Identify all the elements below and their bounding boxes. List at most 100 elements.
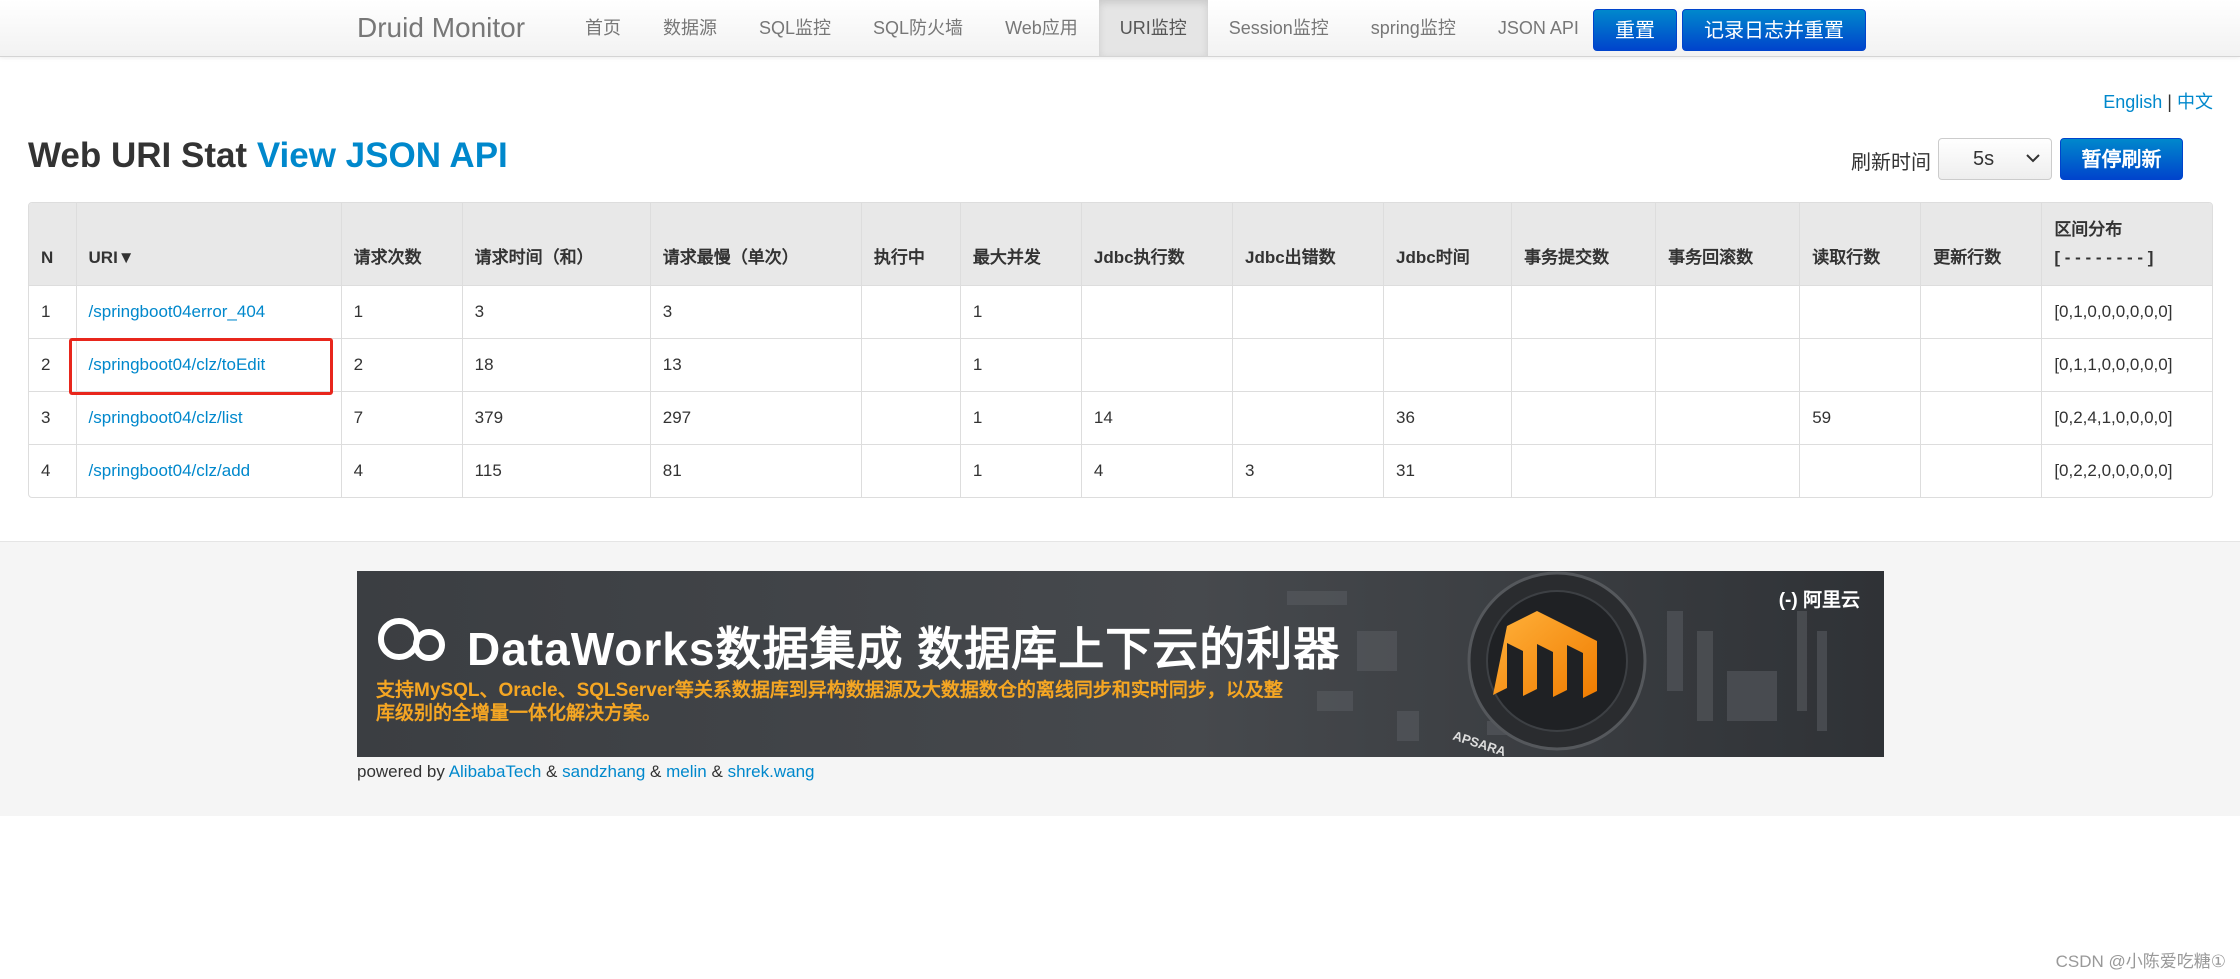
col-header-request-time-max[interactable]: 请求最慢（单次）: [649, 203, 862, 285]
dataworks-ad-banner[interactable]: DataWorks数据集成 数据库上下云的利器 支持MySQL、Oracle、S…: [357, 571, 1884, 757]
cell-request-count: 2: [340, 338, 463, 391]
powered-by: powered by AlibabaTech & sandzhang & mel…: [357, 762, 815, 782]
col-header-request-count[interactable]: 请求次数: [340, 203, 463, 285]
cell-tx-rollback: [1655, 338, 1800, 391]
cell-histogram: [0,1,1,0,0,0,0,0]: [2041, 338, 2212, 391]
cell-update-rows: [1920, 444, 2042, 497]
pause-refresh-button[interactable]: 暂停刷新: [2060, 138, 2183, 180]
nav-item-datasource[interactable]: 数据源: [642, 0, 738, 56]
cell-request-time-max: 13: [649, 338, 862, 391]
cell-request-time-max: 297: [649, 391, 862, 444]
nav-item-wall[interactable]: SQL防火墙: [852, 0, 984, 56]
author-link-sandzhang[interactable]: sandzhang: [562, 762, 645, 781]
cell-running: [860, 338, 961, 391]
table-header-row: N URI▼ 请求次数 请求时间（和） 请求最慢（单次） 执行中 最大并发 Jd…: [29, 203, 2212, 285]
nav-menu: 首页 数据源 SQL监控 SQL防火墙 Web应用 URI监控 Session监…: [564, 0, 1600, 56]
nav-item-session[interactable]: Session监控: [1208, 0, 1350, 56]
top-navbar: Druid Monitor 首页 数据源 SQL监控 SQL防火墙 Web应用 …: [0, 0, 2240, 57]
cell-tx-rollback: [1655, 444, 1800, 497]
cell-concurrent-max: 1: [959, 391, 1082, 444]
col-header-jdbc-error[interactable]: Jdbc出错数: [1231, 203, 1384, 285]
col-header-fetch-rows[interactable]: 读取行数: [1799, 203, 1921, 285]
page-title-text: Web URI Stat: [28, 136, 248, 175]
cell-jdbc-error: 3: [1231, 444, 1384, 497]
highlight-box: [69, 338, 333, 395]
cell-request-count: 4: [340, 444, 463, 497]
nav-item-webapp[interactable]: Web应用: [984, 0, 1099, 56]
view-json-api-link[interactable]: View JSON API: [257, 136, 508, 175]
col-header-request-time-sum[interactable]: 请求时间（和）: [461, 203, 651, 285]
nav-item-uri[interactable]: URI监控: [1098, 0, 1208, 56]
cell-jdbc-exec: [1080, 338, 1233, 391]
nav-item-home[interactable]: 首页: [564, 0, 642, 56]
amp-separator: &: [546, 762, 558, 781]
cell-concurrent-max: 1: [959, 338, 1082, 391]
cell-request-time-sum: 3: [461, 285, 651, 338]
table-row: 3/springboot04/clz/list 7 379 297 1 14 36 59 [0,…: [29, 391, 2212, 444]
cell-request-time-max: 3: [649, 285, 862, 338]
language-switch: English | 中文: [2103, 88, 2213, 114]
cell-tx-commit: [1511, 338, 1656, 391]
cell-running: [860, 391, 961, 444]
cell-jdbc-exec: 14: [1080, 391, 1233, 444]
col-header-uri[interactable]: URI▼: [75, 203, 342, 285]
cell-request-time-sum: 18: [461, 338, 651, 391]
log-and-reset-button[interactable]: 记录日志并重置: [1682, 9, 1866, 51]
reset-button[interactable]: 重置: [1593, 9, 1677, 51]
cell-request-time-max: 81: [649, 444, 862, 497]
cell-tx-commit: [1511, 391, 1656, 444]
col-header-jdbc-exec[interactable]: Jdbc执行数: [1080, 203, 1233, 285]
col-header-jdbc-time[interactable]: Jdbc时间: [1383, 203, 1512, 285]
cell-n: 4: [41, 460, 51, 480]
cell-jdbc-error: [1231, 338, 1384, 391]
cell-update-rows: [1920, 338, 2042, 391]
uri-link[interactable]: /springboot04/clz/add: [89, 461, 251, 480]
uri-stat-table: N URI▼ 请求次数 请求时间（和） 请求最慢（单次） 执行中 最大并发 Jd…: [28, 202, 2213, 498]
cell-concurrent-max: 1: [959, 285, 1082, 338]
cell-jdbc-time: [1383, 338, 1512, 391]
cell-fetch-rows: 59: [1799, 391, 1921, 444]
uri-link[interactable]: /springboot04/clz/list: [89, 408, 243, 427]
author-link-alibabatech[interactable]: AlibabaTech: [449, 762, 542, 781]
lang-chinese-link[interactable]: 中文: [2177, 92, 2213, 112]
table-row: 4/springboot04/clz/add 4 115 81 1 4 3 31 [0,2,2,…: [29, 444, 2212, 497]
cell-tx-commit: [1511, 285, 1656, 338]
cell-n: 1: [41, 301, 51, 321]
histogram-header-label: 区间分布: [2054, 219, 2123, 239]
cell-fetch-rows: [1799, 338, 1921, 391]
aliyun-logo-text: 阿里云: [1802, 590, 1860, 611]
cell-jdbc-time: 36: [1383, 391, 1512, 444]
cell-request-count: 1: [340, 285, 463, 338]
col-header-histogram[interactable]: 区间分布 [ - - - - - - - - ]: [2041, 203, 2212, 285]
cell-request-count: 7: [340, 391, 463, 444]
nav-item-spring[interactable]: spring监控: [1350, 0, 1477, 56]
cell-request-time-sum: 115: [461, 444, 651, 497]
col-header-tx-rollback[interactable]: 事务回滚数: [1655, 203, 1800, 285]
table-row: 2/springboot04/clz/toEdit 2 18 13 1 [0,1,1,0,…: [29, 338, 2212, 391]
cell-running: [860, 444, 961, 497]
nav-item-sql[interactable]: SQL监控: [738, 0, 852, 56]
col-header-n[interactable]: N: [29, 203, 76, 285]
author-link-melin[interactable]: melin: [666, 762, 707, 781]
author-link-shrek-wang[interactable]: shrek.wang: [728, 762, 815, 781]
banner-subtitle: 支持MySQL、Oracle、SQLServer等关系数据库到异构数据源及大数据…: [376, 680, 1283, 724]
aliyun-logo: (-) 阿里云: [1779, 585, 1860, 612]
cell-uri: /springboot04error_404: [75, 285, 342, 338]
cell-jdbc-time: 31: [1383, 444, 1512, 497]
histogram-header-sub: [ - - - - - - - - ]: [2054, 247, 2154, 267]
cell-uri: /springboot04/clz/list: [75, 391, 342, 444]
nav-item-json-api[interactable]: JSON API: [1477, 0, 1600, 56]
brand-title[interactable]: Druid Monitor: [357, 12, 525, 44]
col-header-concurrent-max[interactable]: 最大并发: [959, 203, 1082, 285]
col-header-tx-commit[interactable]: 事务提交数: [1511, 203, 1656, 285]
uri-link[interactable]: /springboot04error_404: [89, 302, 266, 321]
cell-tx-commit: [1511, 444, 1656, 497]
refresh-interval-select[interactable]: 5s: [1938, 138, 2052, 180]
refresh-interval-value: 5s: [1973, 148, 1995, 170]
col-header-update-rows[interactable]: 更新行数: [1920, 203, 2042, 285]
lang-english-link[interactable]: English: [2103, 92, 2162, 112]
cell-jdbc-error: [1231, 285, 1384, 338]
lang-separator: |: [2167, 92, 2172, 112]
col-header-running[interactable]: 执行中: [860, 203, 961, 285]
cell-n: 3: [41, 407, 51, 427]
